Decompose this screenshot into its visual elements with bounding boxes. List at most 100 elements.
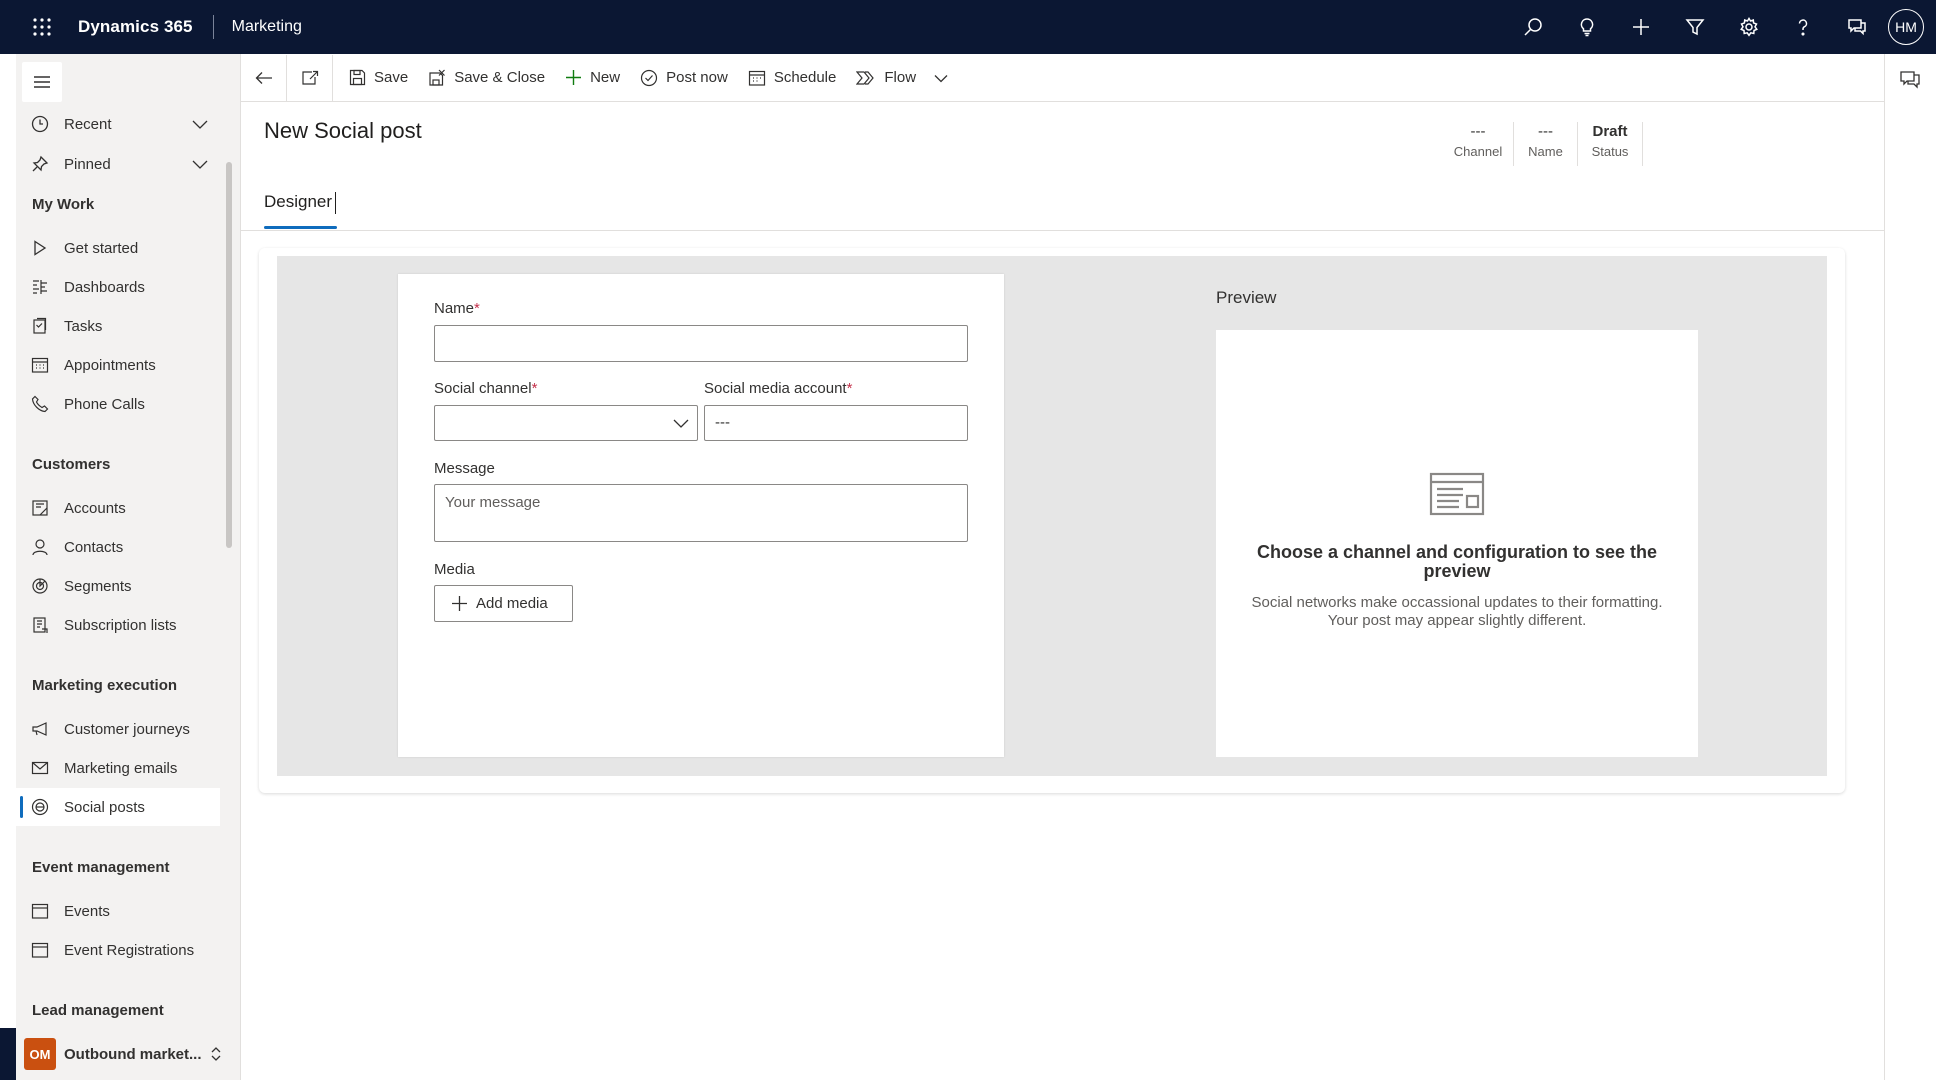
nav-events[interactable]: Events — [16, 892, 220, 930]
nav-tasks-label: Tasks — [64, 317, 103, 335]
top-bar: Dynamics 365 Marketing HM — [0, 0, 1936, 54]
post-now-button[interactable]: Post now — [630, 55, 738, 101]
sitemap-nav: Recent Pinned My Work Get started Dashbo… — [16, 54, 240, 1080]
nav-group-my-work: My Work — [32, 196, 95, 213]
app-name[interactable]: Dynamics 365 — [78, 17, 193, 37]
nav-recent[interactable]: Recent — [16, 105, 220, 143]
post-now-label: Post now — [666, 69, 728, 86]
list-icon — [30, 615, 50, 635]
chevron-up-down-icon — [210, 1046, 222, 1062]
right-rail — [1884, 54, 1936, 1080]
chevron-down-icon — [673, 416, 689, 430]
hamburger-menu-icon[interactable] — [22, 62, 62, 102]
social-channel-label-text: Social channel — [434, 380, 532, 397]
nav-customer-journeys-label: Customer journeys — [64, 720, 190, 738]
nav-scrollbar[interactable] — [226, 162, 232, 548]
schedule-button[interactable]: Schedule — [738, 55, 847, 101]
header-field-name[interactable]: --- Name — [1514, 122, 1578, 166]
nav-segments[interactable]: Segments — [16, 567, 220, 605]
segments-icon — [30, 576, 50, 596]
chevron-down-icon[interactable] — [192, 116, 208, 132]
chat-icon[interactable] — [1830, 0, 1884, 54]
save-button[interactable]: Save — [339, 55, 418, 101]
flow-button[interactable]: Flow — [846, 55, 958, 101]
nav-marketing-emails[interactable]: Marketing emails — [16, 749, 220, 787]
nav-pinned[interactable]: Pinned — [16, 145, 220, 183]
save-label: Save — [374, 69, 409, 86]
left-gutter-bottom — [0, 1028, 16, 1080]
chevron-down-icon[interactable] — [192, 156, 208, 172]
header-channel-value: --- — [1470, 123, 1486, 140]
gear-icon[interactable] — [1722, 0, 1776, 54]
save-close-button[interactable]: Save & Close — [418, 55, 555, 101]
user-avatar[interactable]: HM — [1888, 9, 1924, 45]
plus-icon — [565, 69, 582, 86]
nav-dashboards[interactable]: Dashboards — [16, 268, 220, 306]
mail-icon — [30, 758, 50, 778]
plus-icon[interactable] — [1614, 0, 1668, 54]
nav-event-registrations-label: Event Registrations — [64, 941, 195, 959]
nav-dashboards-label: Dashboards — [64, 278, 145, 296]
tasks-icon — [30, 316, 50, 336]
check-circle-icon — [640, 69, 658, 87]
nav-appointments-label: Appointments — [64, 356, 156, 374]
nav-group-event-management: Event management — [32, 859, 170, 876]
area-name[interactable]: Marketing — [232, 18, 302, 36]
tab-designer[interactable]: Designer — [264, 192, 332, 212]
nav-group-lead-management: Lead management — [32, 1002, 164, 1019]
nav-accounts[interactable]: Accounts — [16, 489, 220, 527]
social-media-account-input[interactable]: --- — [704, 405, 968, 441]
nav-events-label: Events — [64, 902, 110, 920]
save-close-label: Save & Close — [454, 69, 546, 86]
header-field-channel[interactable]: --- Channel — [1443, 122, 1514, 166]
nav-marketing-emails-label: Marketing emails — [64, 759, 178, 777]
nav-tasks[interactable]: Tasks — [16, 307, 220, 345]
dashboard-icon — [30, 277, 50, 297]
back-button[interactable] — [241, 54, 287, 101]
nav-appointments[interactable]: Appointments — [16, 346, 220, 384]
area-avatar: OM — [24, 1038, 56, 1070]
nav-social-posts[interactable]: Social posts — [16, 788, 220, 826]
preview-title: Preview — [1216, 288, 1277, 307]
nav-event-registrations[interactable]: Event Registrations — [16, 931, 220, 969]
header-field-status[interactable]: Draft Status — [1578, 122, 1643, 166]
page-title: New Social post — [264, 118, 422, 143]
filter-icon[interactable] — [1668, 0, 1722, 54]
calendar-icon — [30, 355, 50, 375]
lightbulb-icon[interactable] — [1560, 0, 1614, 54]
new-button[interactable]: New — [555, 55, 630, 101]
play-icon — [30, 238, 50, 258]
media-label: Media — [434, 561, 475, 578]
nav-get-started-label: Get started — [64, 239, 139, 257]
nav-pinned-label: Pinned — [64, 155, 111, 173]
message-label: Message — [434, 460, 495, 477]
social-icon — [30, 797, 50, 817]
header-channel-label: Channel — [1453, 144, 1503, 159]
flow-icon — [856, 70, 876, 86]
social-channel-label: Social channel* — [434, 380, 537, 397]
nav-subscription-lists-label: Subscription lists — [64, 616, 177, 634]
social-media-account-label: Social media account* — [704, 380, 852, 397]
header-status-label: Status — [1591, 144, 1629, 159]
message-textarea[interactable]: Your message — [434, 484, 968, 542]
nav-customer-journeys[interactable]: Customer journeys — [16, 710, 220, 748]
conversation-icon[interactable] — [1899, 70, 1921, 90]
add-media-button[interactable]: Add media — [434, 585, 573, 622]
app-launcher-icon[interactable] — [15, 0, 69, 54]
search-icon[interactable] — [1506, 0, 1560, 54]
social-channel-select[interactable] — [434, 405, 698, 441]
nav-phone-calls[interactable]: Phone Calls — [16, 385, 220, 423]
nav-group-customers: Customers — [32, 456, 111, 473]
help-icon[interactable] — [1776, 0, 1830, 54]
command-bar: Save Save & Close New Post now Schedule … — [241, 54, 1884, 102]
nav-get-started[interactable]: Get started — [16, 229, 220, 267]
area-switcher[interactable]: OM Outbound market... — [16, 1028, 240, 1080]
open-in-new-window-button[interactable] — [287, 54, 333, 101]
topbar-actions: HM — [1506, 0, 1930, 54]
chevron-down-icon[interactable] — [934, 71, 948, 85]
nav-contacts[interactable]: Contacts — [16, 528, 220, 566]
nav-subscription-lists[interactable]: Subscription lists — [16, 606, 220, 644]
nav-contacts-label: Contacts — [64, 538, 124, 556]
nav-recent-label: Recent — [64, 115, 112, 133]
name-input[interactable] — [434, 325, 968, 362]
